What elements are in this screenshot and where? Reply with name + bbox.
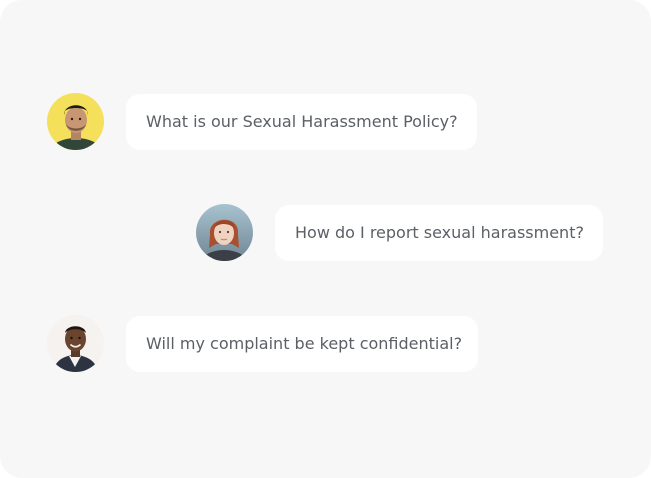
chat-message-bubble: Will my complaint be kept confidential? bbox=[126, 316, 478, 372]
woman-red-hair-avatar-icon bbox=[196, 204, 253, 261]
chat-message-text: What is our Sexual Harassment Policy? bbox=[146, 112, 458, 131]
user-avatar bbox=[47, 93, 104, 150]
chat-message-text: Will my complaint be kept confidential? bbox=[146, 334, 463, 353]
user-avatar bbox=[47, 315, 104, 372]
chat-message-bubble: How do I report sexual harassment? bbox=[275, 205, 603, 261]
user-avatar bbox=[196, 204, 253, 261]
chat-message-text: How do I report sexual harassment? bbox=[295, 223, 584, 242]
man-smiling-avatar-icon bbox=[47, 315, 104, 372]
man-yellow-background-avatar-icon bbox=[47, 93, 104, 150]
chat-panel: What is our Sexual Harassment Policy? Ho… bbox=[0, 0, 651, 478]
chat-message-bubble: What is our Sexual Harassment Policy? bbox=[126, 94, 477, 150]
